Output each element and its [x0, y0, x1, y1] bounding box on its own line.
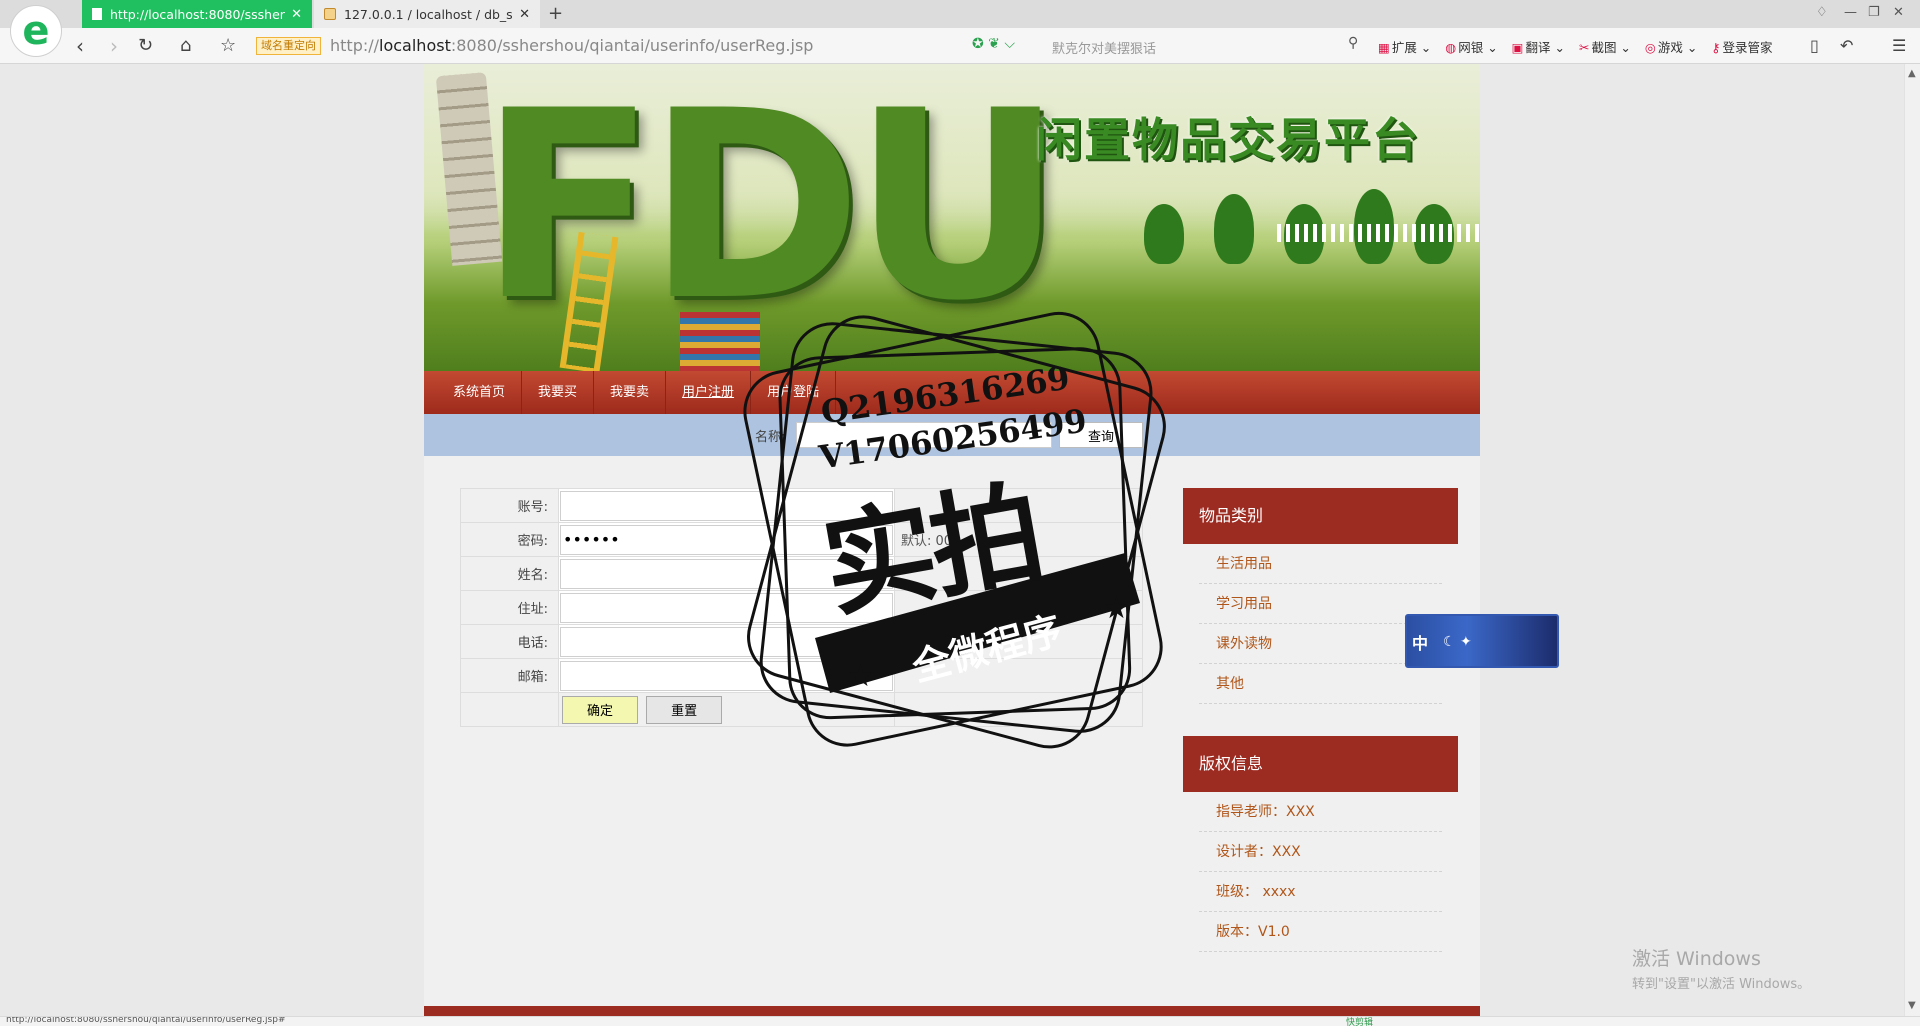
- fence-decoration: [1277, 224, 1480, 242]
- tab-title: http://localhost:8080/ssshers: [110, 6, 286, 22]
- toolbar-screenshot[interactable]: ✂ 截图 ⌄: [1579, 37, 1631, 56]
- address-label: 住址:: [460, 590, 559, 625]
- nav-home[interactable]: 系统首页: [437, 371, 523, 414]
- copyright-item: 指导老师：XXX: [1199, 792, 1442, 832]
- toolbar-games[interactable]: ◎ 游戏 ⌄: [1645, 37, 1697, 56]
- ime-moon-icon[interactable]: ☾ ✦: [1443, 634, 1472, 650]
- undo-icon[interactable]: ↶: [1840, 36, 1853, 55]
- status-url: http://localhost:8080/sshershou/qiantai/…: [6, 1016, 286, 1025]
- reset-button[interactable]: 重置: [646, 695, 723, 724]
- category-item[interactable]: 生活用品: [1199, 544, 1442, 584]
- footer-strip: [424, 1006, 1480, 1016]
- activation-subtitle: 转到"设置"以激活 Windows。: [1632, 977, 1811, 992]
- close-icon[interactable]: ✕: [291, 7, 302, 22]
- browser-toolbar: ▦ 扩展 ⌄ ◍ 网银 ⌄ ▣ 翻译 ⌄ ✂ 截图 ⌄ ◎ 游戏 ⌄ ⚷ 登录管家: [1378, 37, 1772, 56]
- category-item[interactable]: 其他: [1199, 664, 1442, 704]
- scroll-up-icon[interactable]: ▲: [1908, 68, 1916, 79]
- browser-tab-phpmyadmin[interactable]: 127.0.0.1 / localhost / db_ssh ✕: [314, 0, 540, 28]
- name-label: 姓名:: [460, 556, 559, 591]
- reading-mode-icon[interactable]: ▯: [1810, 36, 1819, 55]
- minimize-button[interactable]: —: [1844, 5, 1857, 20]
- nav-buy[interactable]: 我要买: [522, 371, 595, 414]
- form-actions: 确定 重置: [460, 692, 1143, 727]
- form-row: 邮箱:: [460, 658, 1143, 693]
- forward-icon[interactable]: ›: [110, 34, 118, 58]
- site-title: 闲置物品交易平台: [1036, 113, 1420, 167]
- close-icon[interactable]: ✕: [519, 7, 530, 22]
- document-icon: [92, 8, 102, 20]
- restore-button[interactable]: ❐: [1868, 5, 1880, 20]
- copyright-item: 设计者：XXX: [1199, 832, 1442, 872]
- windows-activation-notice: 激活 Windows 转到"设置"以激活 Windows。: [1632, 944, 1810, 992]
- menu-icon[interactable]: ☰: [1892, 36, 1906, 55]
- url-input[interactable]: http://localhost:8080/sshershou/qiantai/…: [330, 36, 813, 55]
- banner-letters: FDU: [479, 64, 1064, 358]
- password-label: 密码:: [460, 522, 559, 557]
- favorite-star-icon[interactable]: ☆: [220, 34, 236, 58]
- vertical-scrollbar[interactable]: ▲ ▼: [1904, 64, 1920, 1016]
- toolbar-login-manager[interactable]: ⚷ 登录管家: [1711, 37, 1772, 56]
- phpmyadmin-icon: [324, 8, 336, 20]
- search-icon[interactable]: ⚲: [1348, 35, 1358, 51]
- toolbar-extensions[interactable]: ▦ 扩展 ⌄: [1378, 37, 1431, 56]
- form-row: 账号:: [460, 488, 1143, 523]
- copyright-item: 版本：V1.0: [1199, 912, 1442, 952]
- new-tab-button[interactable]: +: [548, 3, 563, 24]
- browser-tabbar: http://localhost:8080/ssshers ✕ 127.0.0.…: [0, 0, 1920, 28]
- home-icon[interactable]: ⌂: [180, 34, 191, 58]
- nav-register[interactable]: 用户注册: [666, 371, 752, 414]
- submit-button[interactable]: 确定: [562, 695, 638, 724]
- browser-logo-icon[interactable]: e: [10, 5, 62, 57]
- copyright-title: 版权信息: [1183, 736, 1458, 792]
- security-shield-icon[interactable]: ✪ ❦ ⌵: [972, 36, 1015, 52]
- reload-icon[interactable]: ↻: [138, 34, 153, 58]
- email-label: 邮箱:: [460, 658, 559, 693]
- address-bar: ‹ › ↻ ⌂ ☆ 域名重定向 http://localhost:8080/ss…: [0, 28, 1920, 64]
- scroll-down-icon[interactable]: ▼: [1908, 1000, 1916, 1011]
- close-window-button[interactable]: ✕: [1893, 5, 1904, 20]
- search-box[interactable]: 默克尔对美摆狠话: [1052, 38, 1156, 57]
- browser-tab-active[interactable]: http://localhost:8080/ssshers ✕: [82, 0, 312, 28]
- toolbar-ebank[interactable]: ◍ 网银 ⌄: [1445, 37, 1497, 56]
- redirect-badge[interactable]: 域名重定向: [256, 37, 321, 55]
- copyright-box: 版权信息 指导老师：XXX 设计者：XXX 班级： xxxx 版本：V1.0: [1183, 736, 1458, 952]
- site-banner: FDU 闲置物品交易平台: [424, 64, 1480, 371]
- email-input[interactable]: [560, 660, 893, 691]
- status-bar: http://localhost:8080/sshershou/qiantai/…: [0, 1016, 1920, 1026]
- category-box: 物品类别 生活用品 学习用品 课外读物 其他: [1183, 488, 1458, 704]
- phone-label: 电话:: [460, 624, 559, 659]
- status-quick-clip[interactable]: 快剪辑: [1346, 1017, 1373, 1026]
- account-label: 账号:: [460, 488, 559, 523]
- nav-sell[interactable]: 我要卖: [594, 371, 667, 414]
- search-label: 名称:: [755, 430, 786, 445]
- books-decoration: [680, 312, 760, 371]
- category-title: 物品类别: [1183, 488, 1458, 544]
- activation-title: 激活 Windows: [1632, 948, 1761, 970]
- back-icon[interactable]: ‹: [76, 34, 84, 58]
- skin-icon[interactable]: ♢: [1816, 5, 1828, 20]
- copyright-item: 班级： xxxx: [1199, 872, 1442, 912]
- tab-title: 127.0.0.1 / localhost / db_ssh: [344, 6, 514, 22]
- ime-widget[interactable]: 中 ☾ ✦: [1405, 614, 1559, 668]
- toolbar-translate[interactable]: ▣ 翻译 ⌄: [1512, 37, 1565, 56]
- ime-mode-indicator[interactable]: 中: [1412, 630, 1428, 654]
